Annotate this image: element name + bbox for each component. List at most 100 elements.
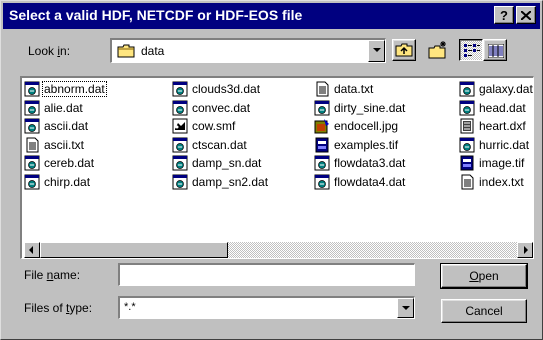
file-item[interactable]: convec.dat xyxy=(172,100,251,118)
chevron-down-icon[interactable] xyxy=(368,40,385,62)
folder-icon xyxy=(117,44,135,58)
dxf-icon xyxy=(460,118,474,134)
file-item[interactable]: clouds3d.dat xyxy=(172,81,261,99)
dat-icon xyxy=(172,155,188,171)
file-item[interactable]: cereb.dat xyxy=(24,155,95,173)
file-name: endocell.jpg xyxy=(334,119,399,133)
arrow-right-icon xyxy=(524,246,528,254)
file-item[interactable]: data.txt xyxy=(314,81,374,99)
dat-icon xyxy=(24,118,40,134)
file-name: abnorm.dat xyxy=(42,81,107,97)
file-grid: abnorm.dat alie.dat ascii.dat ascii.txt cere… xyxy=(24,81,533,227)
up-folder-icon xyxy=(395,43,413,57)
file-dialog-window: Select a valid HDF, NETCDF or HDF-EOS fi… xyxy=(0,0,543,340)
dat-icon xyxy=(24,155,40,171)
dat-icon xyxy=(24,100,40,115)
file-name: ascii.txt xyxy=(44,137,85,152)
cancel-button[interactable]: Cancel xyxy=(441,299,527,323)
dat-icon xyxy=(172,174,188,189)
horizontal-scrollbar[interactable] xyxy=(24,242,533,258)
file-item[interactable]: abnorm.dat xyxy=(24,81,107,99)
file-item[interactable]: dirty_sine.dat xyxy=(314,100,406,118)
scroll-left-button[interactable] xyxy=(24,242,40,258)
dat-icon xyxy=(172,100,188,115)
file-name: data.txt xyxy=(334,82,374,96)
details-view-button[interactable] xyxy=(483,39,507,61)
dat-icon xyxy=(24,174,40,189)
file-name: damp_sn2.dat xyxy=(192,174,269,189)
file-name-input[interactable] xyxy=(118,263,415,286)
smf-icon xyxy=(172,118,188,134)
file-name: flowdata3.dat xyxy=(334,156,406,170)
dat-icon xyxy=(459,100,475,115)
open-button[interactable]: Open xyxy=(440,263,528,289)
close-icon xyxy=(521,11,531,20)
file-name: heart.dxf xyxy=(479,119,526,133)
help-button[interactable]: ? xyxy=(494,6,514,24)
file-name: galaxy.dat xyxy=(479,82,533,96)
files-of-type-value: *.* xyxy=(124,301,136,313)
look-in-label: Look in: xyxy=(28,44,71,58)
file-item[interactable]: ascii.dat xyxy=(24,118,89,136)
look-in-dropdown[interactable]: data xyxy=(110,38,386,63)
scroll-right-button[interactable] xyxy=(517,242,533,258)
image-file-icon xyxy=(314,119,329,134)
tif-icon xyxy=(460,155,474,171)
dat-icon xyxy=(314,155,330,171)
tif-icon xyxy=(315,137,329,152)
text-file-icon xyxy=(26,137,39,152)
look-in-value: data xyxy=(141,44,165,58)
file-name: examples.tif xyxy=(334,137,399,152)
file-name: ctscan.dat xyxy=(192,137,247,152)
file-name: image.tif xyxy=(479,156,525,170)
chevron-down-icon[interactable] xyxy=(397,298,414,318)
file-item[interactable]: head.dat xyxy=(459,100,527,118)
text-file-icon xyxy=(316,81,329,97)
new-folder-icon xyxy=(428,41,446,59)
file-name: head.dat xyxy=(479,100,526,115)
file-name: dirty_sine.dat xyxy=(334,100,406,115)
files-of-type-dropdown[interactable]: *.* xyxy=(118,296,415,319)
file-name: flowdata4.dat xyxy=(334,174,406,189)
file-name: cereb.dat xyxy=(44,156,95,170)
file-item[interactable]: ctscan.dat xyxy=(172,137,248,155)
file-item[interactable]: cow.smf xyxy=(172,118,236,136)
file-item[interactable]: chirp.dat xyxy=(24,174,91,192)
file-name: cow.smf xyxy=(192,119,236,133)
file-item[interactable]: galaxy.dat xyxy=(459,81,533,99)
dat-icon xyxy=(459,137,475,152)
file-item[interactable]: heart.dxf xyxy=(459,118,527,136)
dat-icon xyxy=(24,81,40,97)
up-one-level-button[interactable] xyxy=(392,39,416,61)
file-item[interactable]: index.txt xyxy=(459,174,525,192)
file-item[interactable]: image.tif xyxy=(459,155,525,173)
title-bar: Select a valid HDF, NETCDF or HDF-EOS fi… xyxy=(3,3,540,29)
create-new-folder-button[interactable] xyxy=(426,39,450,61)
dat-icon xyxy=(314,100,330,115)
file-name: damp_sn.dat xyxy=(192,156,262,170)
file-item[interactable]: alie.dat xyxy=(24,100,84,118)
file-item[interactable]: damp_sn.dat xyxy=(172,155,262,173)
dat-icon xyxy=(172,81,188,97)
file-item[interactable]: hurric.dat xyxy=(459,137,530,155)
file-item[interactable]: flowdata3.dat xyxy=(314,155,406,173)
dat-icon xyxy=(314,174,330,189)
file-name: hurric.dat xyxy=(479,137,530,152)
arrow-left-icon xyxy=(29,246,33,254)
file-item[interactable]: examples.tif xyxy=(314,137,399,155)
scrollbar-thumb[interactable] xyxy=(40,242,228,258)
file-name: convec.dat xyxy=(192,100,251,115)
file-name-label: File name: xyxy=(24,268,81,282)
file-item[interactable]: ascii.txt xyxy=(24,137,85,155)
file-name: chirp.dat xyxy=(44,174,91,189)
window-title: Select a valid HDF, NETCDF or HDF-EOS fi… xyxy=(9,7,303,23)
file-item[interactable]: flowdata4.dat xyxy=(314,174,406,192)
file-list[interactable]: abnorm.dat alie.dat ascii.dat ascii.txt cere… xyxy=(20,76,534,259)
list-view-button[interactable] xyxy=(459,39,483,61)
file-item[interactable]: damp_sn2.dat xyxy=(172,174,269,192)
file-name: ascii.dat xyxy=(44,119,89,133)
list-view-icon xyxy=(464,44,480,57)
text-file-icon xyxy=(461,174,474,189)
file-item[interactable]: endocell.jpg xyxy=(314,118,399,136)
close-button[interactable] xyxy=(516,6,536,24)
